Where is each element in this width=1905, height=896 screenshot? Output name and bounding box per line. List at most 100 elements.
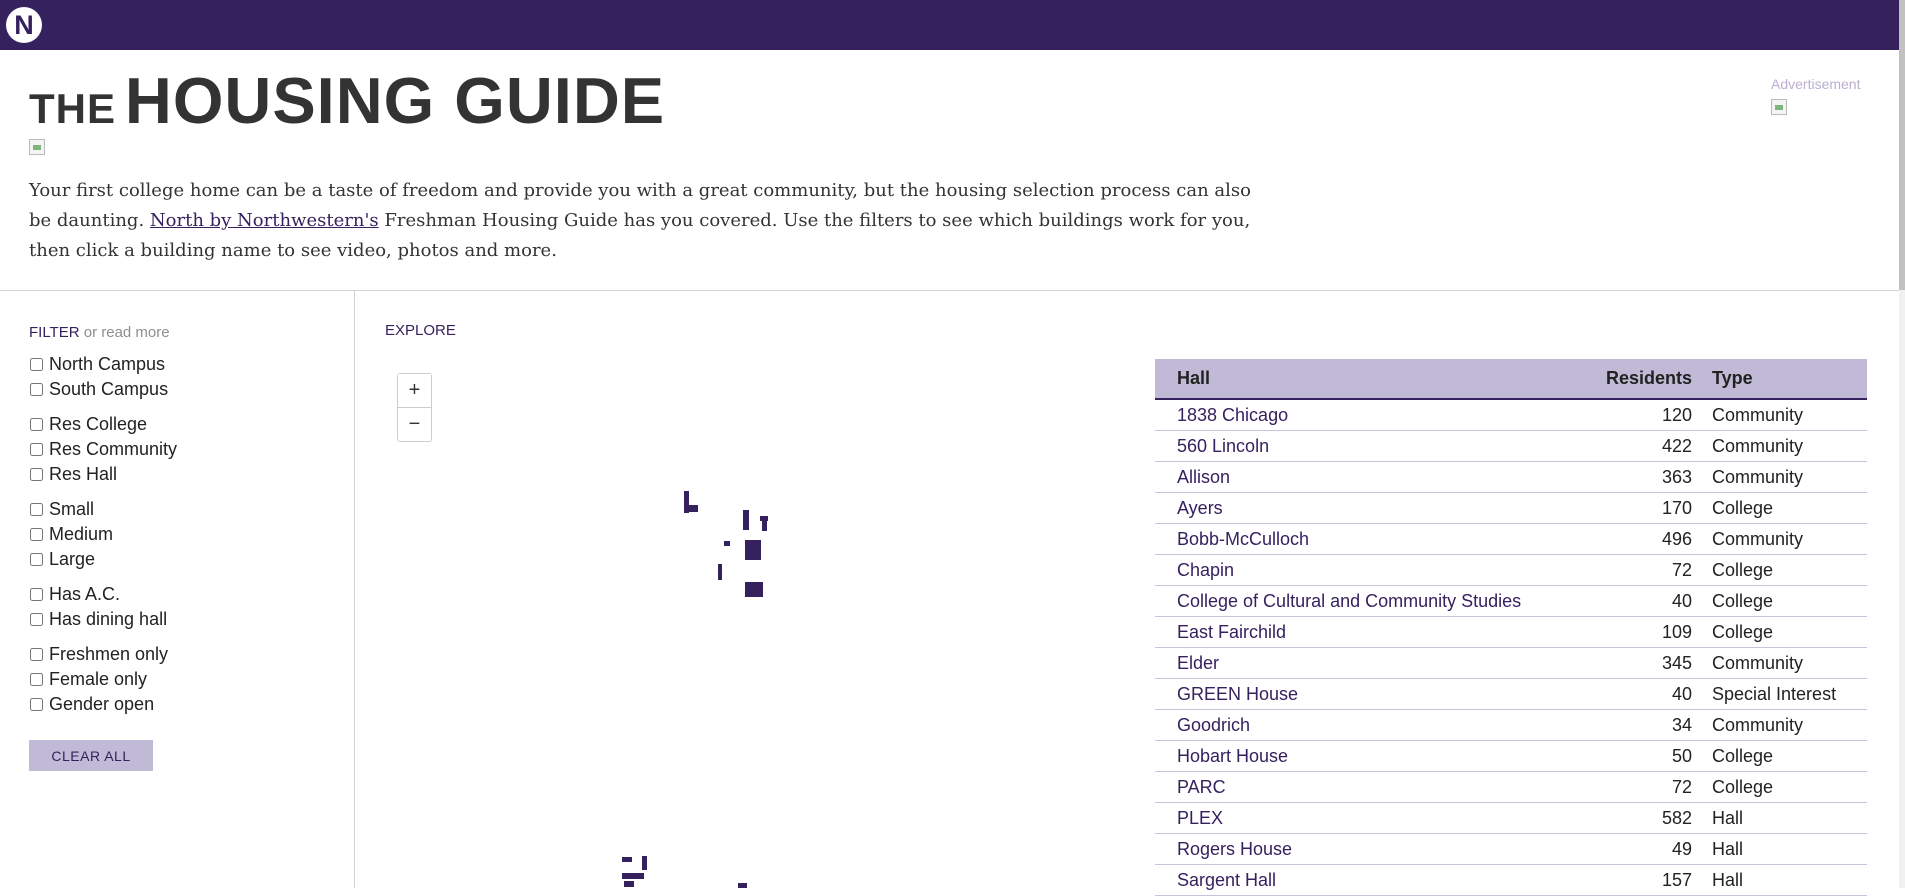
residents-count: 120 — [1552, 399, 1712, 431]
table-row: Ayers 170 College — [1155, 492, 1867, 524]
hall-name-link[interactable]: Goodrich — [1155, 709, 1552, 741]
filter-checkbox[interactable] — [30, 418, 43, 431]
filter-option[interactable]: Res Community — [29, 439, 329, 464]
filter-checkbox[interactable] — [30, 503, 43, 516]
filter-checkbox[interactable] — [30, 468, 43, 481]
hall-name-link[interactable]: Hobart House — [1155, 740, 1552, 772]
hall-type: Community — [1712, 647, 1867, 679]
intro-text: Your first college home can be a taste o… — [29, 176, 1274, 266]
table-row: GREEN House 40 Special Interest — [1155, 678, 1867, 710]
filter-option[interactable]: Medium — [29, 524, 329, 549]
table-row: Elder 345 Community — [1155, 647, 1867, 679]
page-scrollbar[interactable] — [1899, 0, 1905, 888]
residents-count: 40 — [1552, 585, 1712, 617]
hall-name-link[interactable]: Sargent Hall — [1155, 864, 1552, 896]
table-row: Sargent Hall 157 Hall — [1155, 864, 1867, 896]
scrollbar-thumb[interactable] — [1899, 0, 1905, 290]
hall-name-link[interactable]: 560 Lincoln — [1155, 430, 1552, 462]
residents-count: 582 — [1552, 802, 1712, 834]
residents-count: 422 — [1552, 430, 1712, 462]
map-building — [745, 540, 761, 560]
table-row: Hobart House 50 College — [1155, 740, 1867, 772]
filter-checkbox[interactable] — [30, 443, 43, 456]
hall-name-link[interactable]: Bobb-McCulloch — [1155, 523, 1552, 555]
filter-option[interactable]: Large — [29, 549, 329, 574]
hall-name-link[interactable]: East Fairchild — [1155, 616, 1552, 648]
hall-table-container: Hall Residents Type 1838 Chicago 120 Commu… — [1155, 359, 1867, 896]
filter-checkbox[interactable] — [30, 358, 43, 371]
hall-name-link[interactable]: Ayers — [1155, 492, 1552, 524]
table-row: Rogers House 49 Hall — [1155, 833, 1867, 865]
residents-count: 49 — [1552, 833, 1712, 865]
filter-option[interactable]: Female only — [29, 669, 329, 694]
hall-name-link[interactable]: 1838 Chicago — [1155, 399, 1552, 431]
broken-image-icon — [29, 139, 45, 155]
hall-name-link[interactable]: College of Cultural and Community Studie… — [1155, 585, 1552, 617]
filter-option-label: North Campus — [49, 354, 166, 374]
filter-option[interactable]: South Campus — [29, 379, 329, 404]
zoom-out-button[interactable]: − — [398, 407, 431, 440]
filter-option-label: Medium — [49, 524, 114, 544]
filter-group: Small Medium Large — [29, 499, 329, 574]
filter-checkbox[interactable] — [30, 698, 43, 711]
filter-option[interactable]: Has A.C. — [29, 584, 329, 609]
hall-name-link[interactable]: Chapin — [1155, 554, 1552, 586]
hall-name-link[interactable]: PLEX — [1155, 802, 1552, 834]
page-title: THE HOUSING GUIDE — [29, 68, 665, 133]
residents-count: 50 — [1552, 740, 1712, 772]
filter-option[interactable]: Gender open — [29, 694, 329, 719]
table-row: 560 Lincoln 422 Community — [1155, 430, 1867, 462]
top-nav-bar: N — [0, 0, 1905, 50]
filter-option-label: Has dining hall — [49, 609, 168, 629]
residents-count: 109 — [1552, 616, 1712, 648]
hall-type: Community — [1712, 399, 1867, 431]
map-building — [724, 541, 730, 546]
hall-type: College — [1712, 616, 1867, 648]
type-column-header[interactable]: Type — [1712, 359, 1867, 400]
filter-option[interactable]: Has dining hall — [29, 609, 329, 634]
table-row: Chapin 72 College — [1155, 554, 1867, 586]
filter-option[interactable]: Res College — [29, 414, 329, 439]
filter-option-label: Large — [49, 549, 96, 569]
title-large: HOUSING GUIDE — [124, 64, 666, 137]
filter-option-label: Freshmen only — [49, 644, 169, 664]
campus-map[interactable] — [600, 480, 830, 888]
read-more-link[interactable]: or read more — [84, 324, 170, 341]
filter-checkbox[interactable] — [30, 383, 43, 396]
filter-option-label: Has A.C. — [49, 584, 121, 604]
filter-checkbox[interactable] — [30, 648, 43, 661]
filter-checkbox[interactable] — [30, 613, 43, 626]
filter-checkbox[interactable] — [30, 528, 43, 541]
north-by-northwestern-link[interactable]: North by Northwestern's — [150, 210, 379, 231]
hall-name-link[interactable]: Allison — [1155, 461, 1552, 493]
filter-option[interactable]: Freshmen only — [29, 644, 329, 669]
hall-name-link[interactable]: PARC — [1155, 771, 1552, 803]
hall-column-header[interactable]: Hall — [1155, 359, 1552, 400]
residents-count: 72 — [1552, 554, 1712, 586]
table-row: Allison 363 Community — [1155, 461, 1867, 493]
table-row: College of Cultural and Community Studie… — [1155, 585, 1867, 617]
hall-type: College — [1712, 585, 1867, 617]
northwestern-logo[interactable]: N — [6, 7, 42, 43]
hall-type: Community — [1712, 709, 1867, 741]
filter-label: FILTER — [29, 324, 80, 341]
residents-count: 345 — [1552, 647, 1712, 679]
map-building — [622, 873, 644, 879]
explore-heading: EXPLORE — [385, 322, 456, 339]
residents-count: 157 — [1552, 864, 1712, 896]
hall-name-link[interactable]: GREEN House — [1155, 678, 1552, 710]
residents-column-header[interactable]: Residents — [1552, 359, 1712, 400]
hall-name-link[interactable]: Rogers House — [1155, 833, 1552, 865]
filter-checkbox[interactable] — [30, 588, 43, 601]
zoom-in-button[interactable]: + — [398, 374, 431, 407]
advertisement-image[interactable] — [1771, 99, 1787, 115]
filter-option[interactable]: North Campus — [29, 354, 329, 379]
hall-type: Community — [1712, 523, 1867, 555]
filter-option[interactable]: Small — [29, 499, 329, 524]
hall-name-link[interactable]: Elder — [1155, 647, 1552, 679]
filter-option[interactable]: Res Hall — [29, 464, 329, 489]
filter-checkbox[interactable] — [30, 673, 43, 686]
title-small: THE — [29, 85, 116, 132]
clear-all-button[interactable]: CLEAR ALL — [29, 740, 153, 771]
filter-checkbox[interactable] — [30, 553, 43, 566]
